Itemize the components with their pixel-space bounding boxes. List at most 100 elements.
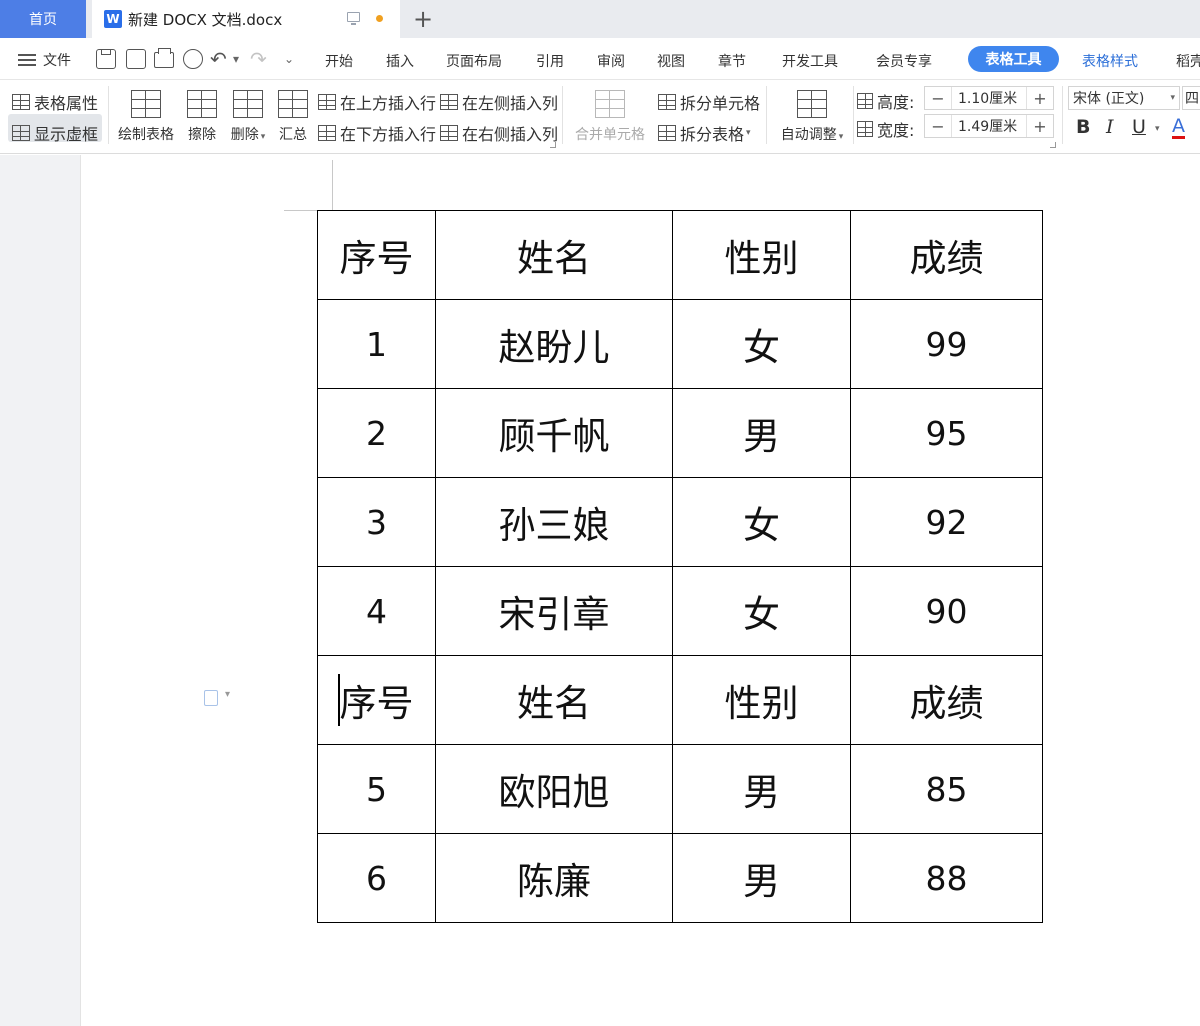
column-width-input[interactable]: 1.49厘米 — [951, 115, 1027, 137]
table-cell[interactable]: 女 — [672, 299, 851, 389]
table-cell[interactable]: 男 — [672, 388, 851, 478]
table-cell[interactable]: 姓名 — [435, 210, 673, 300]
undo-icon[interactable]: ↶ — [210, 49, 230, 69]
table-cell[interactable]: 1 — [317, 299, 436, 389]
menu-page-layout[interactable]: 页面布局 — [446, 51, 502, 71]
menu-table-style[interactable]: 表格样式 — [1082, 51, 1138, 71]
draw-table-icon — [131, 90, 161, 118]
table-cell[interactable]: 5 — [317, 744, 436, 834]
table-cell[interactable]: 欧阳旭 — [435, 744, 673, 834]
export-pdf-icon[interactable] — [126, 49, 146, 69]
table-cell[interactable]: 85 — [850, 744, 1043, 834]
menu-member[interactable]: 会员专享 — [876, 51, 932, 71]
save-icon[interactable] — [96, 49, 116, 69]
insert-column-left-icon — [440, 94, 458, 110]
table-cell[interactable]: 95 — [850, 388, 1043, 478]
insert-row-below-button[interactable]: 在下方插入行 — [318, 121, 436, 145]
table-cell[interactable]: 女 — [672, 477, 851, 567]
document-tab[interactable]: W 新建 DOCX 文档.docx — [92, 0, 400, 38]
table-cell[interactable]: 3 — [317, 477, 436, 567]
split-table-button[interactable]: 拆分表格 ▾ — [658, 121, 751, 145]
table-cell[interactable]: 序号 — [317, 210, 436, 300]
table-cell[interactable]: 姓名 — [435, 655, 673, 745]
table-cell[interactable]: 男 — [672, 744, 851, 834]
file-menu-button[interactable]: 文件 — [18, 50, 71, 70]
insert-row-above-button[interactable]: 在上方插入行 — [318, 90, 436, 114]
insert-row-below-icon — [318, 125, 336, 141]
redo-icon[interactable]: ↷ — [250, 49, 270, 69]
insert-column-left-label: 在左侧插入列 — [462, 94, 559, 113]
customize-toolbar-icon[interactable]: ⌄ — [284, 49, 304, 69]
table-cell[interactable]: 孙三娘 — [435, 477, 673, 567]
table-row: 1 赵盼儿 女 99 — [317, 299, 1043, 389]
monitor-icon[interactable] — [347, 12, 360, 25]
erase-label: 擦除 — [188, 127, 216, 143]
menu-section[interactable]: 章节 — [718, 51, 746, 71]
home-tab[interactable]: 首页 — [0, 0, 86, 38]
menu-docer[interactable]: 稻壳 — [1176, 51, 1200, 71]
table-cell[interactable]: 赵盼儿 — [435, 299, 673, 389]
font-color-button[interactable]: A — [1172, 116, 1185, 139]
table-cell[interactable]: 2 — [317, 388, 436, 478]
table-cell[interactable]: 成绩 — [850, 655, 1043, 745]
split-cells-icon — [658, 94, 676, 110]
insert-column-left-button[interactable]: 在左侧插入列 — [440, 90, 558, 114]
merge-cells-button[interactable]: 合并单元格 — [572, 86, 648, 148]
row-height-input[interactable]: 1.10厘米 — [951, 87, 1027, 109]
bold-button[interactable]: B — [1076, 116, 1090, 138]
page-margin-mark — [332, 160, 333, 210]
split-cells-button[interactable]: 拆分单元格 — [658, 90, 760, 114]
row-height-label: 高度: — [877, 93, 915, 112]
table-cell[interactable]: 4 — [317, 566, 436, 656]
table-properties-button[interactable]: 表格属性 — [12, 90, 98, 114]
show-gridlines-button[interactable]: 显示虚框 — [12, 121, 98, 145]
table-cell[interactable]: 88 — [850, 833, 1043, 923]
draw-table-button[interactable]: 绘制表格 — [116, 86, 176, 148]
table-properties-label: 表格属性 — [34, 94, 99, 113]
column-width-decrease-button[interactable]: − — [925, 115, 951, 137]
grades-table[interactable]: 序号 姓名 性别 成绩 1 赵盼儿 女 99 2 顾千帆 男 95 3 孙三娘 … — [317, 210, 1043, 923]
menu-insert[interactable]: 插入 — [386, 51, 414, 71]
new-tab-button[interactable]: + — [410, 3, 436, 35]
table-cell[interactable]: 女 — [672, 566, 851, 656]
print-icon[interactable] — [154, 48, 174, 68]
table-cell-with-cursor[interactable]: 序号 — [317, 655, 436, 745]
table-repeated-header-row: 序号 姓名 性别 成绩 — [317, 655, 1043, 745]
auto-fit-button[interactable]: 自动调整 ▾ — [776, 86, 848, 148]
menu-view[interactable]: 视图 — [657, 51, 685, 71]
paragraph-layout-icon[interactable] — [204, 689, 230, 706]
table-cell[interactable]: 99 — [850, 299, 1043, 389]
table-cell[interactable]: 宋引章 — [435, 566, 673, 656]
font-size-select[interactable]: 四 — [1182, 86, 1200, 110]
font-name-select[interactable]: 宋体 (正文) ▾ — [1068, 86, 1180, 110]
file-menu-label: 文件 — [43, 53, 71, 69]
menu-review[interactable]: 审阅 — [597, 51, 625, 71]
menu-table-tools[interactable]: 表格工具 — [968, 46, 1059, 72]
row-height-stepper[interactable]: − 1.10厘米 + — [924, 86, 1054, 110]
table-cell[interactable]: 男 — [672, 833, 851, 923]
print-preview-icon[interactable] — [183, 49, 203, 69]
table-cell[interactable]: 成绩 — [850, 210, 1043, 300]
table-cell[interactable]: 顾千帆 — [435, 388, 673, 478]
table-cell[interactable]: 性别 — [672, 655, 851, 745]
rows-columns-dialog-launcher[interactable] — [550, 142, 556, 148]
menu-start[interactable]: 开始 — [325, 51, 353, 71]
insert-column-right-button[interactable]: 在右侧插入列 — [440, 121, 558, 145]
table-cell[interactable]: 6 — [317, 833, 436, 923]
row-height-decrease-button[interactable]: − — [925, 87, 951, 109]
table-cell[interactable]: 90 — [850, 566, 1043, 656]
table-cell[interactable]: 性别 — [672, 210, 851, 300]
menu-developer[interactable]: 开发工具 — [782, 51, 838, 71]
summary-button[interactable]: 汇总 — [263, 86, 323, 148]
table-cell[interactable]: 92 — [850, 477, 1043, 567]
column-width-increase-button[interactable]: + — [1027, 115, 1053, 137]
table-cell[interactable]: 陈廉 — [435, 833, 673, 923]
cell-size-dialog-launcher[interactable] — [1050, 142, 1056, 148]
underline-dropdown-icon[interactable]: ▾ — [1155, 124, 1160, 134]
row-height-increase-button[interactable]: + — [1027, 87, 1053, 109]
split-table-dropdown-icon: ▾ — [746, 128, 751, 138]
column-width-stepper[interactable]: − 1.49厘米 + — [924, 114, 1054, 138]
menu-references[interactable]: 引用 — [536, 51, 564, 71]
italic-button[interactable]: I — [1106, 116, 1114, 138]
underline-button[interactable]: U — [1132, 116, 1146, 138]
